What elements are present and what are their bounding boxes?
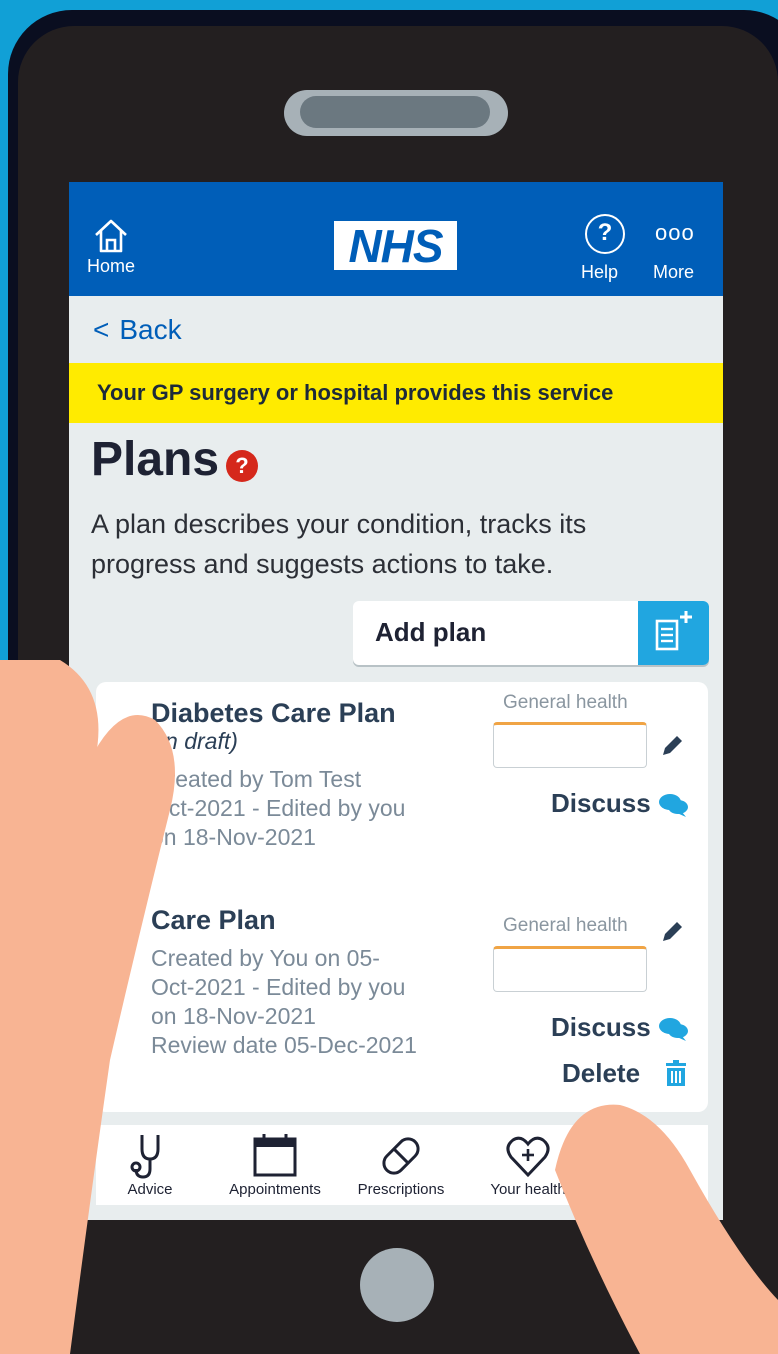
right-finger: [555, 1104, 778, 1354]
left-thumb: [0, 715, 175, 1354]
hand-illustration: [0, 660, 778, 1354]
